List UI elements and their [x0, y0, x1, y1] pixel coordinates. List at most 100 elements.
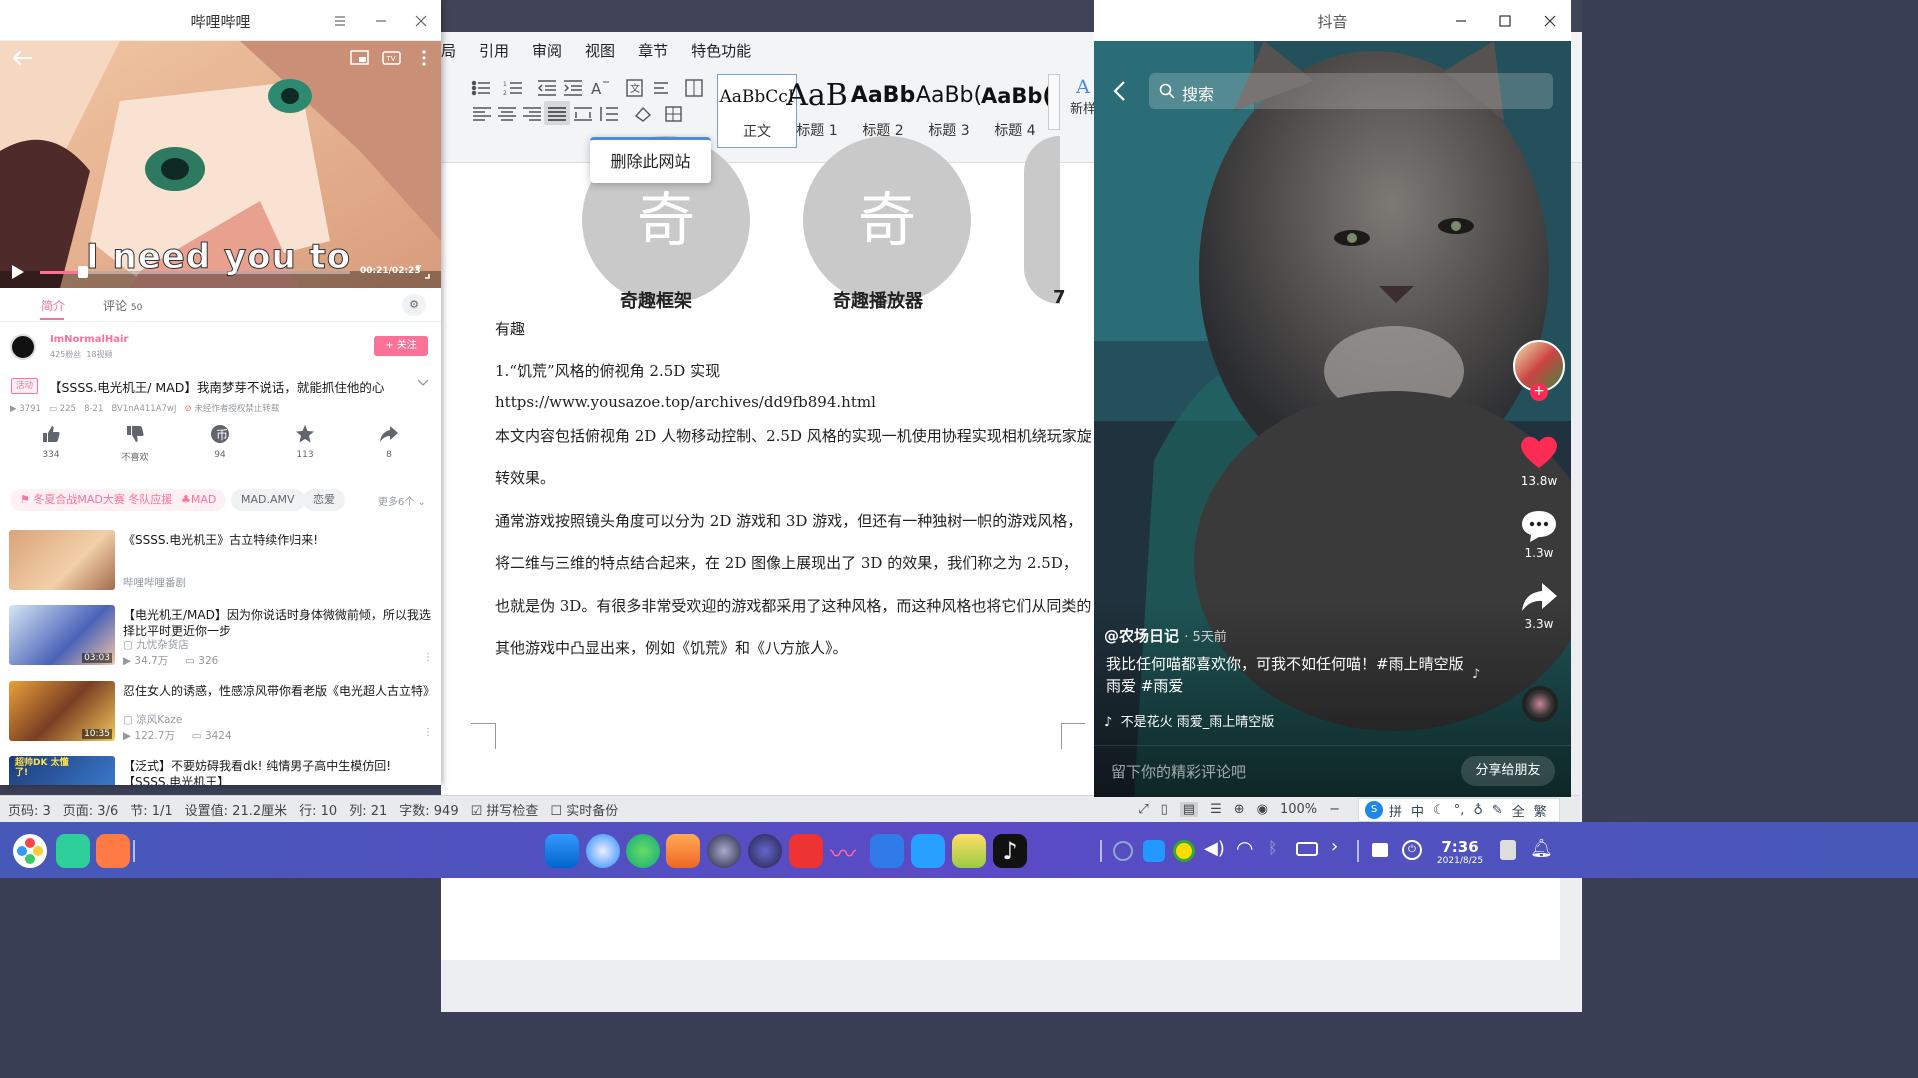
numbered-list-icon[interactable]: 12 — [503, 78, 525, 98]
browser-icon[interactable] — [586, 834, 620, 868]
increase-indent-icon[interactable] — [562, 78, 584, 98]
file-manager-icon[interactable] — [545, 834, 579, 868]
styles-scrollbar[interactable] — [1048, 74, 1060, 130]
heart-icon[interactable] — [1519, 434, 1559, 470]
play-icon[interactable] — [11, 264, 25, 280]
bilibili-icon[interactable] — [911, 834, 945, 868]
related-thumb-3[interactable]: 10:35 — [9, 681, 115, 741]
bullet-list-icon[interactable] — [471, 78, 493, 98]
pinyin-icon[interactable]: 文 — [624, 78, 646, 98]
dislike-button[interactable]: 不喜欢 — [111, 424, 159, 463]
douyin-video[interactable]: 搜索 + 13.8w 1.3w 3.3w ♪ @农场日记 · 5天前 我比任何喵… — [1094, 41, 1571, 797]
related-title-2[interactable]: 【电光机王/MAD】因为你说话时身体微微前倾，所以我选择比平时更近你一步 — [123, 607, 433, 639]
tray-bili-icon[interactable] — [1143, 840, 1165, 862]
fullscreen-icon[interactable] — [416, 265, 430, 279]
comment-input[interactable]: 留下你的精彩评论吧 — [1111, 761, 1246, 782]
coin-button[interactable]: 币 94 — [196, 424, 244, 460]
douyin-icon[interactable]: ♪ — [993, 834, 1027, 868]
table-border-icon[interactable] — [663, 104, 685, 124]
tray-plus-icon[interactable] — [1173, 840, 1195, 862]
related-more-icon-3[interactable]: ⋮ — [423, 727, 433, 738]
related-thumb-4[interactable]: 超帅DK 太懂了! — [9, 756, 115, 785]
tag-madamv[interactable]: MAD.AMV — [231, 489, 305, 511]
app-store-icon[interactable] — [666, 834, 700, 868]
eye-protect-icon[interactable]: ◉ — [1257, 802, 1268, 817]
music-info[interactable]: ♪ 不是花火 雨爱_雨上晴空版 — [1104, 711, 1274, 730]
justify-icon[interactable] — [546, 104, 568, 124]
tab-intro[interactable]: 简介 — [41, 297, 65, 314]
music-disc-icon[interactable] — [1522, 686, 1558, 722]
tab-special[interactable]: 特色功能 — [691, 40, 751, 61]
follow-button[interactable]: + 关注 — [374, 336, 428, 356]
align-left-icon[interactable] — [471, 104, 493, 124]
clock-time[interactable]: 7:36 — [1433, 838, 1487, 856]
power-icon[interactable]: ⏻ — [1402, 840, 1422, 860]
chevron-down-icon[interactable] — [417, 379, 429, 387]
follow-plus-icon[interactable]: + — [1530, 383, 1548, 401]
style-heading-4[interactable]: AaBb( 标题 4 — [981, 74, 1049, 148]
comment-icon[interactable] — [1520, 509, 1558, 543]
app-store-grid-icon[interactable] — [96, 834, 130, 868]
tray-expand-icon[interactable]: › — [1331, 836, 1338, 857]
align-center-icon[interactable] — [496, 104, 518, 124]
delete-site-popup[interactable]: 删除此网站 — [590, 137, 711, 183]
edge-dev-icon[interactable] — [626, 834, 660, 868]
tab-layout[interactable]: 局 — [441, 40, 456, 61]
avatar[interactable] — [10, 334, 36, 360]
back-arrow-icon[interactable] — [12, 50, 34, 66]
read-mode-icon[interactable]: ▯ — [1161, 802, 1168, 817]
share-button[interactable]: 8 — [365, 424, 413, 460]
tab-view[interactable]: 视图 — [585, 40, 615, 61]
feather-icon[interactable]: 〰 — [830, 834, 864, 870]
clock-date[interactable]: 2021/8/25 — [1433, 856, 1487, 866]
related-title-3[interactable]: 忍住女人的诱惑，性感凉风带你看老版《电光超人古立特》 — [123, 683, 435, 699]
close-icon[interactable] — [1544, 15, 1556, 27]
back-chevron-icon[interactable] — [1112, 80, 1126, 102]
line-spacing-icon[interactable] — [598, 104, 620, 124]
menu-icon[interactable] — [334, 15, 346, 27]
monitor-icon[interactable] — [748, 834, 782, 868]
outline-icon[interactable]: ☰ — [1210, 802, 1222, 817]
minimize-icon[interactable] — [375, 15, 387, 27]
tab-references[interactable]: 引用 — [479, 40, 509, 61]
align-right-icon[interactable] — [521, 104, 543, 124]
related-thumb-2[interactable]: 03:03 — [9, 605, 115, 665]
spellcheck-button[interactable]: ☑ 拼写检查 — [471, 800, 539, 819]
more-vertical-icon[interactable] — [420, 49, 428, 67]
ime-full[interactable]: 全 — [1512, 801, 1525, 820]
tray-app-icon[interactable] — [1113, 841, 1133, 861]
ime-mic-icon[interactable]: ♁ — [1473, 803, 1483, 818]
status-words[interactable]: 字数: 949 — [399, 800, 458, 819]
search-input[interactable]: 搜索 — [1149, 73, 1553, 109]
settings-gear-icon[interactable] — [707, 834, 741, 868]
wifi-icon[interactable]: ◠ — [1236, 836, 1253, 860]
tab-section[interactable]: 章节 — [638, 40, 668, 61]
tab-comments[interactable]: 评论 50 — [103, 297, 142, 314]
like-button[interactable]: 334 — [27, 424, 75, 460]
multitask-view-icon[interactable] — [56, 834, 90, 868]
shading-icon[interactable] — [632, 104, 654, 124]
launcher-icon[interactable] — [13, 834, 47, 868]
ime-pen-icon[interactable]: ✎ — [1492, 803, 1503, 818]
progress-thumb[interactable] — [78, 266, 88, 278]
notification-bell-icon[interactable]: 🔔︎ — [1530, 838, 1553, 859]
fullscreen-icon[interactable]: ⤢ — [1138, 802, 1148, 817]
ime-pinyin[interactable]: 拼 — [1389, 801, 1402, 820]
related-title-1[interactable]: 《SSSS.电光机王》古立特续作归来! — [123, 532, 433, 548]
char-style-icon[interactable]: A — [590, 78, 612, 98]
minimize-icon[interactable] — [1455, 15, 1467, 27]
backup-button[interactable]: ☐ 实时备份 — [550, 800, 618, 819]
package-icon[interactable] — [952, 834, 986, 868]
tag-event[interactable]: ⚑ 冬夏合战MAD大赛 冬队应援 — [10, 489, 183, 511]
video-player[interactable]: I need you to TV 00:21/02:23 — [0, 41, 441, 288]
zoom-level[interactable]: 100% — [1280, 802, 1317, 817]
tv-cast-icon[interactable]: TV — [382, 49, 402, 67]
danmaku-toggle-icon[interactable]: ⚙ — [402, 294, 426, 316]
favorite-button[interactable]: 113 — [281, 424, 329, 460]
terminal-icon[interactable] — [789, 834, 823, 868]
related-thumb-1[interactable] — [9, 530, 115, 590]
keyboard-icon[interactable] — [1372, 843, 1388, 857]
ime-logo-icon[interactable]: S — [1365, 801, 1383, 819]
bluetooth-icon[interactable]: ᛒ — [1268, 838, 1278, 857]
sort-icon[interactable] — [652, 78, 674, 98]
